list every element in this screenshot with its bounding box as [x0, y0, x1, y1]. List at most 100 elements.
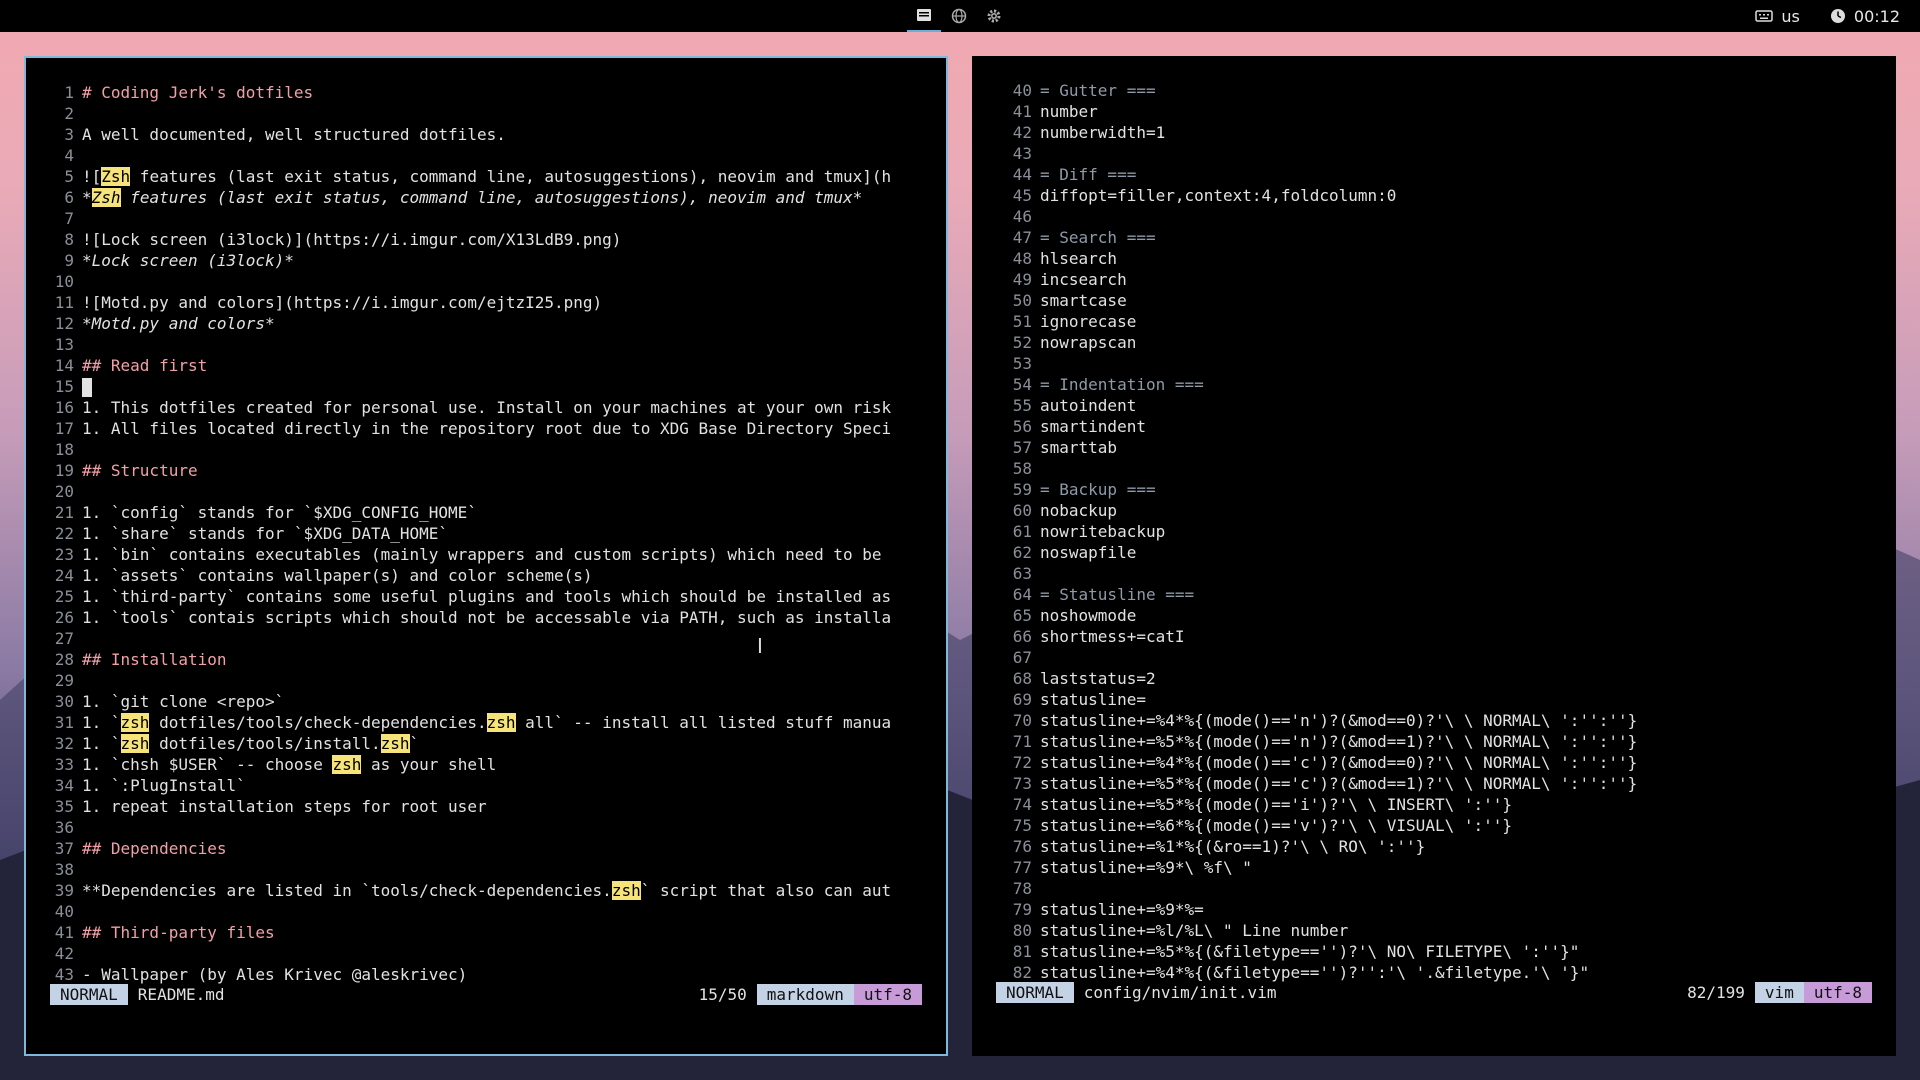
code-line[interactable]: 72 statusline+=%4*%{(mode()=='c')?(&mod==…: [972, 752, 1896, 773]
code-line[interactable]: 48 hlsearch: [972, 248, 1896, 269]
code-line[interactable]: 50 smartcase: [972, 290, 1896, 311]
code-line[interactable]: 18: [26, 439, 946, 460]
code-line[interactable]: 9 *Lock screen (i3lock)*: [26, 250, 946, 271]
code-line[interactable]: 56 smartindent: [972, 416, 1896, 437]
code-line[interactable]: 67: [972, 647, 1896, 668]
code-line[interactable]: 16 1. This dotfiles created for personal …: [26, 397, 946, 418]
code-line[interactable]: 6 *Zsh features (last exit status, comman…: [26, 187, 946, 208]
code-line[interactable]: 53: [972, 353, 1896, 374]
code-line[interactable]: 69 statusline=: [972, 689, 1896, 710]
code-line[interactable]: 27: [26, 628, 946, 649]
editor-pane-init-vim[interactable]: 40 = Gutter === 41 number 42 numberwidth=1 43 4…: [972, 56, 1896, 1056]
line-number: 67: [1012, 648, 1032, 667]
code-line[interactable]: 73 statusline+=%5*%{(mode()=='c')?(&mod==…: [972, 773, 1896, 794]
code-area[interactable]: 40 = Gutter === 41 number 42 numberwidth=1 43 4…: [972, 80, 1896, 983]
code-line[interactable]: 78: [972, 878, 1896, 899]
code-line[interactable]: 66 shortmess+=catI: [972, 626, 1896, 647]
code-line[interactable]: 40: [26, 901, 946, 922]
code-line[interactable]: 11 ![Motd.py and colors](https://i.imgur.…: [26, 292, 946, 313]
code-line[interactable]: 19 ## Structure: [26, 460, 946, 481]
code-line[interactable]: 61 nowritebackup: [972, 521, 1896, 542]
code-line[interactable]: 70 statusline+=%4*%{(mode()=='n')?(&mod==…: [972, 710, 1896, 731]
workspace-terminal[interactable]: [907, 0, 941, 32]
keyboard-layout[interactable]: us: [1781, 7, 1799, 26]
code-line[interactable]: 24 1. `assets` contains wallpaper(s) and …: [26, 565, 946, 586]
code-line[interactable]: 44 = Diff ===: [972, 164, 1896, 185]
code-line[interactable]: 42: [26, 943, 946, 964]
code-line[interactable]: 31 1. `zsh dotfiles/tools/check-dependenc…: [26, 712, 946, 733]
code-line[interactable]: 13: [26, 334, 946, 355]
code-line[interactable]: 23 1. `bin` contains executables (mainly …: [26, 544, 946, 565]
code-line[interactable]: 65 noshowmode: [972, 605, 1896, 626]
code-line[interactable]: 36: [26, 817, 946, 838]
code-line[interactable]: 25 1. `third-party` contains some useful …: [26, 586, 946, 607]
code-line[interactable]: 2: [26, 103, 946, 124]
code-line[interactable]: 54 = Indentation ===: [972, 374, 1896, 395]
code-line[interactable]: 22 1. `share` stands for `$XDG_DATA_HOME`: [26, 523, 946, 544]
code-line[interactable]: 46: [972, 206, 1896, 227]
code-line[interactable]: 38: [26, 859, 946, 880]
code-line[interactable]: 76 statusline+=%1*%{(&ro==1)?'\ \ RO\ ':'…: [972, 836, 1896, 857]
editor-pane-readme[interactable]: 1 # Coding Jerk's dotfiles 2 3 A well docume…: [24, 56, 948, 1056]
code-line[interactable]: 12 *Motd.py and colors*: [26, 313, 946, 334]
line-text: ![Motd.py and colors](https://i.imgur.co…: [82, 293, 603, 312]
code-line[interactable]: 34 1. `:PlugInstall`: [26, 775, 946, 796]
workspace-settings[interactable]: [977, 0, 1011, 32]
code-line[interactable]: 41 ## Third-party files: [26, 922, 946, 943]
code-line[interactable]: 82 statusline+=%4*%{(&filetype=='')?'':'\…: [972, 962, 1896, 983]
code-line[interactable]: 45 diffopt=filler,context:4,foldcolumn:0: [972, 185, 1896, 206]
code-line[interactable]: 43 - Wallpaper (by Ales Krivec @aleskrive…: [26, 964, 946, 985]
code-line[interactable]: 8 ![Lock screen (i3lock)](https://i.imgur…: [26, 229, 946, 250]
code-line[interactable]: 63: [972, 563, 1896, 584]
code-line[interactable]: 49 incsearch: [972, 269, 1896, 290]
code-line[interactable]: 52 nowrapscan: [972, 332, 1896, 353]
code-line[interactable]: 28 ## Installation: [26, 649, 946, 670]
code-line[interactable]: 21 1. `config` stands for `$XDG_CONFIG_HO…: [26, 502, 946, 523]
code-line[interactable]: 37 ## Dependencies: [26, 838, 946, 859]
code-line[interactable]: 35 1. repeat installation steps for root …: [26, 796, 946, 817]
code-line[interactable]: 58: [972, 458, 1896, 479]
code-line[interactable]: 33 1. `chsh $USER` -- choose zsh as your …: [26, 754, 946, 775]
code-line[interactable]: 41 number: [972, 101, 1896, 122]
code-area[interactable]: 1 # Coding Jerk's dotfiles 2 3 A well docume…: [26, 82, 946, 985]
code-line[interactable]: 81 statusline+=%5*%{(&filetype=='')?'\ NO…: [972, 941, 1896, 962]
code-line[interactable]: 68 laststatus=2: [972, 668, 1896, 689]
code-line[interactable]: 42 numberwidth=1: [972, 122, 1896, 143]
code-line[interactable]: 57 smarttab: [972, 437, 1896, 458]
code-line[interactable]: 62 noswapfile: [972, 542, 1896, 563]
line-number: 63: [1012, 564, 1032, 583]
line-number: 40: [54, 902, 74, 921]
code-line[interactable]: 5 ![Zsh features (last exit status, comma…: [26, 166, 946, 187]
code-line[interactable]: 14 ## Read first: [26, 355, 946, 376]
code-line[interactable]: 32 1. `zsh dotfiles/tools/install.zsh`: [26, 733, 946, 754]
code-line[interactable]: 75 statusline+=%6*%{(mode()=='v')?'\ \ VI…: [972, 815, 1896, 836]
code-line[interactable]: 59 = Backup ===: [972, 479, 1896, 500]
code-line[interactable]: 55 autoindent: [972, 395, 1896, 416]
code-line[interactable]: 3 A well documented, well structured dotf…: [26, 124, 946, 145]
code-line[interactable]: 17 1. All files located directly in the r…: [26, 418, 946, 439]
code-line[interactable]: 71 statusline+=%5*%{(mode()=='n')?(&mod==…: [972, 731, 1896, 752]
code-line[interactable]: 77 statusline+=%9*\ %f\ ": [972, 857, 1896, 878]
code-line[interactable]: 40 = Gutter ===: [972, 80, 1896, 101]
code-line[interactable]: 30 1. `git clone <repo>`: [26, 691, 946, 712]
code-line[interactable]: 64 = Statusline ===: [972, 584, 1896, 605]
code-line[interactable]: 60 nobackup: [972, 500, 1896, 521]
code-line[interactable]: 43: [972, 143, 1896, 164]
code-line[interactable]: 4: [26, 145, 946, 166]
code-line[interactable]: 39 **Dependencies are listed in `tools/ch…: [26, 880, 946, 901]
code-line[interactable]: 7: [26, 208, 946, 229]
code-line[interactable]: 1 # Coding Jerk's dotfiles: [26, 82, 946, 103]
line-text: smartcase: [1040, 291, 1127, 310]
code-line[interactable]: 20: [26, 481, 946, 502]
code-line[interactable]: 80 statusline+=%l/%L\ " Line number: [972, 920, 1896, 941]
code-line[interactable]: 79 statusline+=%9*%=: [972, 899, 1896, 920]
code-line[interactable]: 47 = Search ===: [972, 227, 1896, 248]
workspace-web[interactable]: [942, 0, 976, 32]
code-line[interactable]: 10: [26, 271, 946, 292]
code-line[interactable]: 51 ignorecase: [972, 311, 1896, 332]
line-text: 1. `chsh $USER` -- choose zsh as your sh…: [82, 755, 497, 774]
code-line[interactable]: 29: [26, 670, 946, 691]
code-line[interactable]: 15: [26, 376, 946, 397]
code-line[interactable]: 26 1. `tools` contais scripts which shoul…: [26, 607, 946, 628]
code-line[interactable]: 74 statusline+=%5*%{(mode()=='i')?'\ \ IN…: [972, 794, 1896, 815]
